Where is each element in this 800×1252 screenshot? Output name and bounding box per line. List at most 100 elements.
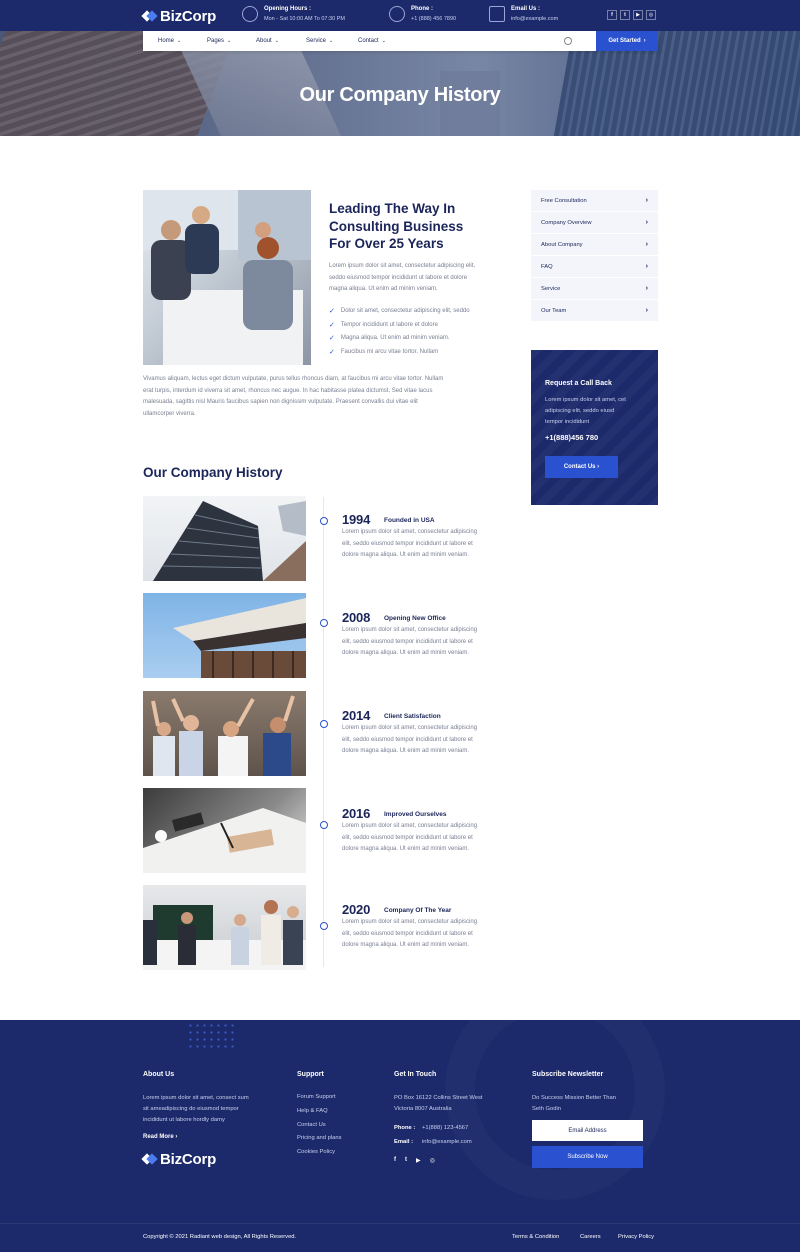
footer-about-line: incididunt ut labore hordly damy: [143, 1117, 225, 1123]
nav-item-service[interactable]: Service ⌄: [306, 38, 333, 44]
call-back-text-line: Lorem ipsum dolor sit amet, cet: [545, 397, 626, 403]
youtube-icon[interactable]: ▶: [416, 1157, 421, 1164]
event-text-line: dolore magna aliqua. Ut enim ad minim ve…: [342, 942, 470, 948]
event-title: Opening New Office: [384, 615, 446, 622]
nav-item-about[interactable]: About ⌄: [256, 38, 279, 44]
phone-value[interactable]: +1 (888) 456 7890: [411, 14, 456, 25]
footer-about-line: Lorem ipsum dolor sit amet, consect sum: [143, 1095, 249, 1101]
clock-icon: [242, 6, 258, 22]
phone-info: Phone : +1 (888) 456 7890: [389, 5, 456, 25]
event-title: Improved Ourselves: [384, 811, 447, 818]
chevron-right-icon: ›: [645, 263, 648, 270]
checklist-text: Magna aliqua. Ut enim ad minim veniam.: [340, 335, 450, 342]
check-icon: ✓: [329, 335, 335, 343]
footer-newsletter-text: Do Success Mission Better Than Seth Godi…: [532, 1093, 642, 1115]
facebook-icon[interactable]: f: [607, 10, 617, 20]
checklist-item: ✓ Dolor sit amet, consectetur adipiscing …: [329, 304, 499, 318]
call-back-box: Request a Call Back Lorem ipsum dolor si…: [531, 350, 658, 505]
footer-email-value[interactable]: info@example.com: [422, 1137, 472, 1148]
chevron-down-icon: ⌄: [177, 38, 182, 44]
chevron-down-icon: ⌄: [274, 38, 279, 44]
intro-text-line: magna aliqua. Ut enim ad minim veniam.: [329, 286, 438, 292]
event-year: 2008: [342, 610, 371, 625]
subscribe-button[interactable]: Subscribe Now: [532, 1146, 643, 1168]
intro-paragraph: Lorem ipsum dolor sit amet, consectetur …: [329, 261, 504, 296]
event-text-line: elit, seddo eiusmod tempor incididunt ut…: [342, 540, 473, 547]
chevron-down-icon: ⌄: [381, 38, 386, 44]
nav-label: About: [256, 38, 272, 44]
chevron-right-icon: ›: [597, 464, 600, 470]
check-icon: ✓: [329, 321, 335, 329]
read-more-link[interactable]: Read More ›: [143, 1134, 177, 1140]
footer-link-contact-us[interactable]: Contact Us: [297, 1119, 341, 1133]
read-more-label: Read More: [143, 1134, 174, 1140]
body-text-line: Vivamus aliquam, lectus eget dictum vulp…: [143, 376, 444, 382]
intro-heading-line: For Over 25 Years: [329, 236, 444, 251]
footer-link-pricing[interactable]: Pricing and plans: [297, 1132, 341, 1146]
top-bar: BizCorp Opening Hours : Mon - Sat 10:00 …: [0, 0, 800, 31]
sidebar-item-label: Service: [541, 285, 561, 292]
email-label: Email Us :: [511, 6, 541, 12]
history-photo-1994: [143, 496, 306, 581]
footer-newsletter-line: Seth Godin: [532, 1106, 562, 1112]
logo[interactable]: BizCorp: [143, 8, 216, 25]
award-meeting-illustration: [143, 900, 306, 970]
sidebar-item-label: FAQ: [541, 263, 553, 270]
footer-about-title: About Us: [143, 1071, 175, 1078]
body-text-line: malesuada, sagittis nisl Mauris faucibus…: [143, 399, 418, 405]
check-icon: ✓: [329, 307, 335, 315]
chevron-right-icon: ›: [645, 241, 648, 248]
search-icon[interactable]: [564, 37, 572, 45]
nav-item-pages[interactable]: Pages ⌄: [207, 38, 231, 44]
contact-us-button[interactable]: Contact Us ›: [545, 456, 618, 478]
event-text-line: elit, seddo eiusmod tempor incididunt ut…: [342, 736, 473, 743]
history-heading: Our Company History: [143, 465, 283, 480]
twitter-icon[interactable]: t: [405, 1157, 407, 1164]
event-text-line: Lorem ipsum dolor sit amet, consectetur …: [342, 627, 478, 633]
chevron-right-icon: ›: [645, 307, 648, 314]
footer-link-help-faq[interactable]: Help & FAQ: [297, 1105, 341, 1119]
sidebar-item-company-overview[interactable]: Company Overview ›: [531, 212, 658, 234]
newsletter-email-input[interactable]: Email Address: [532, 1120, 643, 1141]
chevron-right-icon: ›: [645, 285, 648, 292]
footer-link-terms[interactable]: Terms & Condition: [512, 1234, 559, 1240]
email-value[interactable]: info@example.com: [511, 14, 558, 25]
event-title: Founded in USA: [384, 517, 435, 524]
sidebar-item-faq[interactable]: FAQ ›: [531, 256, 658, 278]
get-started-button[interactable]: Get Started ›: [596, 31, 658, 51]
footer-about-text: Lorem ipsum dolor sit amet, consect sum …: [143, 1093, 273, 1126]
footer-link-forum-support[interactable]: Forum Support: [297, 1091, 341, 1105]
sidebar-item-free-consultation[interactable]: Free Consultation ›: [531, 190, 658, 212]
footer-email-label: Email :: [394, 1139, 414, 1145]
footer-link-privacy[interactable]: Privacy Policy: [618, 1234, 654, 1240]
facebook-icon[interactable]: f: [394, 1157, 396, 1164]
event-year: 2014: [342, 708, 371, 723]
event-text-line: elit, seddo eiusmod tempor incididunt ut…: [342, 930, 473, 937]
footer-link-careers[interactable]: Careers: [580, 1234, 601, 1240]
instagram-icon[interactable]: ◎: [430, 1157, 435, 1164]
event-text-line: dolore magna aliqua. Ut enim ad minim ve…: [342, 748, 470, 754]
timeline-dot: [320, 517, 328, 525]
sidebar-item-service[interactable]: Service ›: [531, 278, 658, 300]
sidebar-item-our-team[interactable]: Our Team ›: [531, 300, 658, 322]
timeline-dot: [320, 720, 328, 728]
footer-link-cookies[interactable]: Cookies Policy: [297, 1146, 341, 1160]
call-back-phone[interactable]: +1(888)456 780: [545, 433, 598, 442]
footer-phone-value[interactable]: +1(888) 123-4567: [422, 1123, 468, 1134]
cta-label: Get Started: [608, 38, 641, 44]
footer-logo[interactable]: BizCorp: [143, 1151, 216, 1168]
nav-item-contact[interactable]: Contact ⌄: [358, 38, 386, 44]
nav-item-home[interactable]: Home ⌄: [158, 38, 181, 44]
opening-hours: Opening Hours : Mon - Sat 10:00 AM To 07…: [242, 5, 345, 25]
sidebar-item-label: About Company: [541, 241, 583, 248]
sidebar-item-about-company[interactable]: About Company ›: [531, 234, 658, 256]
feature-checklist: ✓ Dolor sit amet, consectetur adipiscing …: [329, 304, 499, 359]
footer-logo-text: BizCorp: [160, 1151, 217, 1168]
youtube-icon[interactable]: ▶: [633, 10, 643, 20]
instagram-icon[interactable]: ◎: [646, 10, 656, 20]
nav-label: Home: [158, 38, 175, 44]
footer-divider: [0, 1223, 800, 1224]
checklist-text: Tempor incididunt ut labore et dolore: [340, 321, 438, 328]
twitter-icon[interactable]: t: [620, 10, 630, 20]
footer-address: PO Box 16122 Collins Street West Victori…: [394, 1093, 504, 1115]
